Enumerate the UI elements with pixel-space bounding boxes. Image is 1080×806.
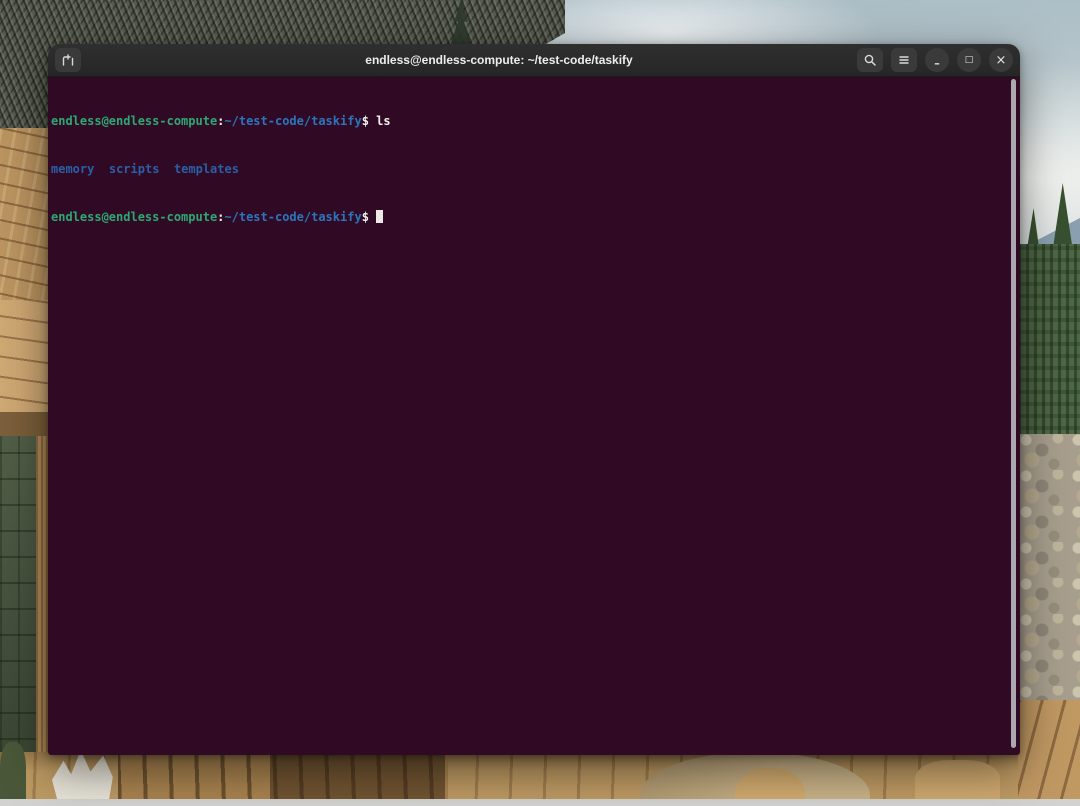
- terminal-window: endless@endless-compute: ~/test-code/tas…: [48, 44, 1020, 755]
- terminal-line-output: memory scripts templates: [51, 161, 1006, 177]
- wallpaper-wood-boxes: [1018, 700, 1080, 806]
- prompt-user: endless@endless-compute: [51, 114, 217, 128]
- wallpaper-forest: [1018, 244, 1080, 442]
- prompt-symbol: $: [362, 210, 369, 224]
- terminal-scrollbar[interactable]: [1011, 79, 1016, 748]
- search-button[interactable]: [857, 48, 883, 72]
- titlebar[interactable]: endless@endless-compute: ~/test-code/tas…: [48, 44, 1020, 77]
- wallpaper-plant: [0, 742, 26, 806]
- close-icon: ×: [996, 54, 1007, 67]
- text-cursor: [376, 210, 383, 223]
- prompt-user: endless@endless-compute: [51, 210, 217, 224]
- tab-new-icon: [61, 53, 75, 67]
- prompt-symbol: $: [362, 114, 369, 128]
- minimize-icon: –: [934, 58, 940, 69]
- directory-entry: memory: [51, 162, 94, 176]
- search-icon: [863, 53, 877, 67]
- terminal-content[interactable]: endless@endless-compute:~/test-code/task…: [48, 77, 1020, 755]
- terminal-line-prompt: endless@endless-compute:~/test-code/task…: [51, 209, 1006, 225]
- prompt-path: ~/test-code/taskify: [224, 210, 361, 224]
- directory-entry: scripts: [109, 162, 160, 176]
- wallpaper-rocky-slope: [1018, 434, 1080, 706]
- terminal-line-command: endless@endless-compute:~/test-code/task…: [51, 113, 1006, 129]
- new-tab-button[interactable]: [55, 48, 81, 72]
- bottom-edge-bar: [0, 799, 1080, 806]
- typed-command: ls: [376, 114, 390, 128]
- wallpaper-dark-posts: [270, 752, 445, 806]
- maximize-icon: □: [965, 56, 974, 65]
- prompt-path: ~/test-code/taskify: [224, 114, 361, 128]
- maximize-button[interactable]: □: [957, 48, 981, 72]
- menu-button[interactable]: [891, 48, 917, 72]
- desktop-background: endless@endless-compute: ~/test-code/tas…: [0, 0, 1080, 806]
- minimize-button[interactable]: –: [925, 48, 949, 72]
- directory-entry: templates: [174, 162, 239, 176]
- hamburger-menu-icon: [897, 53, 911, 67]
- window-title: endless@endless-compute: ~/test-code/tas…: [168, 44, 830, 76]
- close-button[interactable]: ×: [989, 48, 1013, 72]
